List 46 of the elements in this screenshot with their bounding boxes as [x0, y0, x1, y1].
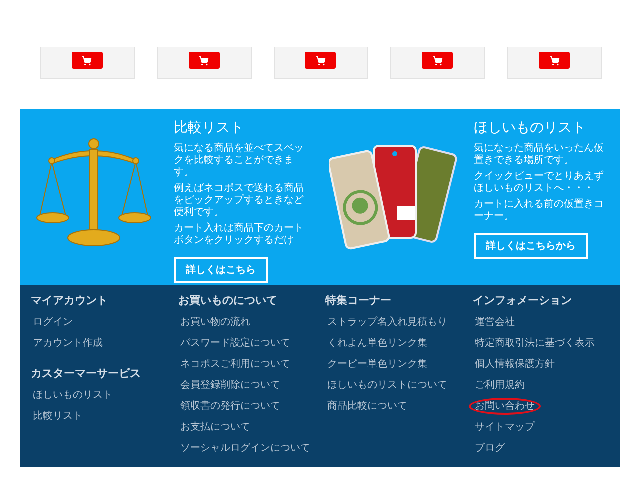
add-to-cart-button[interactable]	[305, 52, 336, 69]
footer-heading: カスターマーサービス	[31, 366, 142, 381]
promo-text: 気になる商品を並べてスペックを比較することができます。	[174, 143, 305, 179]
footer-link[interactable]: サイトマップ	[468, 419, 541, 436]
footer-link[interactable]: お支払について	[174, 419, 256, 436]
footer-link[interactable]: くれよん単色リンク集	[322, 335, 434, 352]
promo-text: 気になった商品をいったん仮置きできる場所です。	[474, 143, 605, 167]
footer-heading: マイアカウント	[31, 293, 109, 308]
promo-text: 例えばネコポスで送れる商品をピックアップするときなど便利です。	[174, 183, 305, 219]
cart-icon	[550, 56, 560, 66]
add-to-cart-button[interactable]	[188, 52, 220, 69]
footer-link[interactable]: 個人情報保護方針	[468, 356, 561, 373]
promo-text: クイックビューでとりあえずほしいものリストへ・・・	[474, 171, 605, 195]
footer-link[interactable]: 領収書の発行について	[174, 398, 286, 415]
footer-link[interactable]: 会員登録削除について	[174, 377, 286, 394]
add-to-cart-button[interactable]	[539, 52, 570, 69]
footer-link[interactable]: ほしいものリスト	[27, 387, 119, 404]
footer-link[interactable]: お問い合わせ	[468, 398, 541, 415]
footer-link[interactable]: ご利用規約	[468, 377, 531, 394]
footer-link[interactable]: 特定商取引法に基づく表示	[468, 335, 601, 352]
promo-title: ほしいものリスト	[474, 119, 587, 137]
footer-link[interactable]: 比較リスト	[27, 408, 89, 425]
footer-link[interactable]: お買い物の流れ	[174, 314, 256, 331]
footer-heading: インフォメーション	[472, 293, 573, 308]
footer-heading: お買いものについて	[178, 293, 278, 308]
footer-link[interactable]: アカウント作成	[27, 335, 109, 352]
footer-link[interactable]: パスワード設定について	[174, 335, 296, 352]
footer-link[interactable]: ストラップ名入れ見積もり	[322, 314, 454, 331]
promo-title: 比較リスト	[174, 119, 245, 137]
footer-link[interactable]: 運営会社	[468, 314, 521, 331]
footer-link[interactable]: ほしいものリストについて	[322, 377, 454, 394]
cart-icon	[316, 56, 326, 66]
footer-link[interactable]: ログイン	[27, 314, 79, 331]
footer-link[interactable]: クーピー単色リンク集	[322, 356, 434, 373]
footer-link[interactable]: ネコポスご利用について	[174, 356, 296, 373]
add-to-cart-button[interactable]	[72, 52, 103, 69]
footer-heading: 特集コーナー	[326, 293, 392, 308]
footer-link[interactable]: 商品比較について	[322, 398, 414, 415]
promo-text: カートに入れる前の仮置きコーナー。	[474, 199, 605, 223]
cart-icon	[199, 56, 210, 66]
cart-icon	[432, 56, 443, 66]
footer-link[interactable]: ブログ	[468, 440, 511, 457]
footer-link[interactable]: ソーシャルログインについて	[174, 440, 316, 457]
add-to-cart-button[interactable]	[422, 52, 454, 69]
promo-text: カート入れは商品下のカートボタンをクリックするだけ	[174, 223, 305, 247]
cart-icon	[82, 56, 92, 66]
